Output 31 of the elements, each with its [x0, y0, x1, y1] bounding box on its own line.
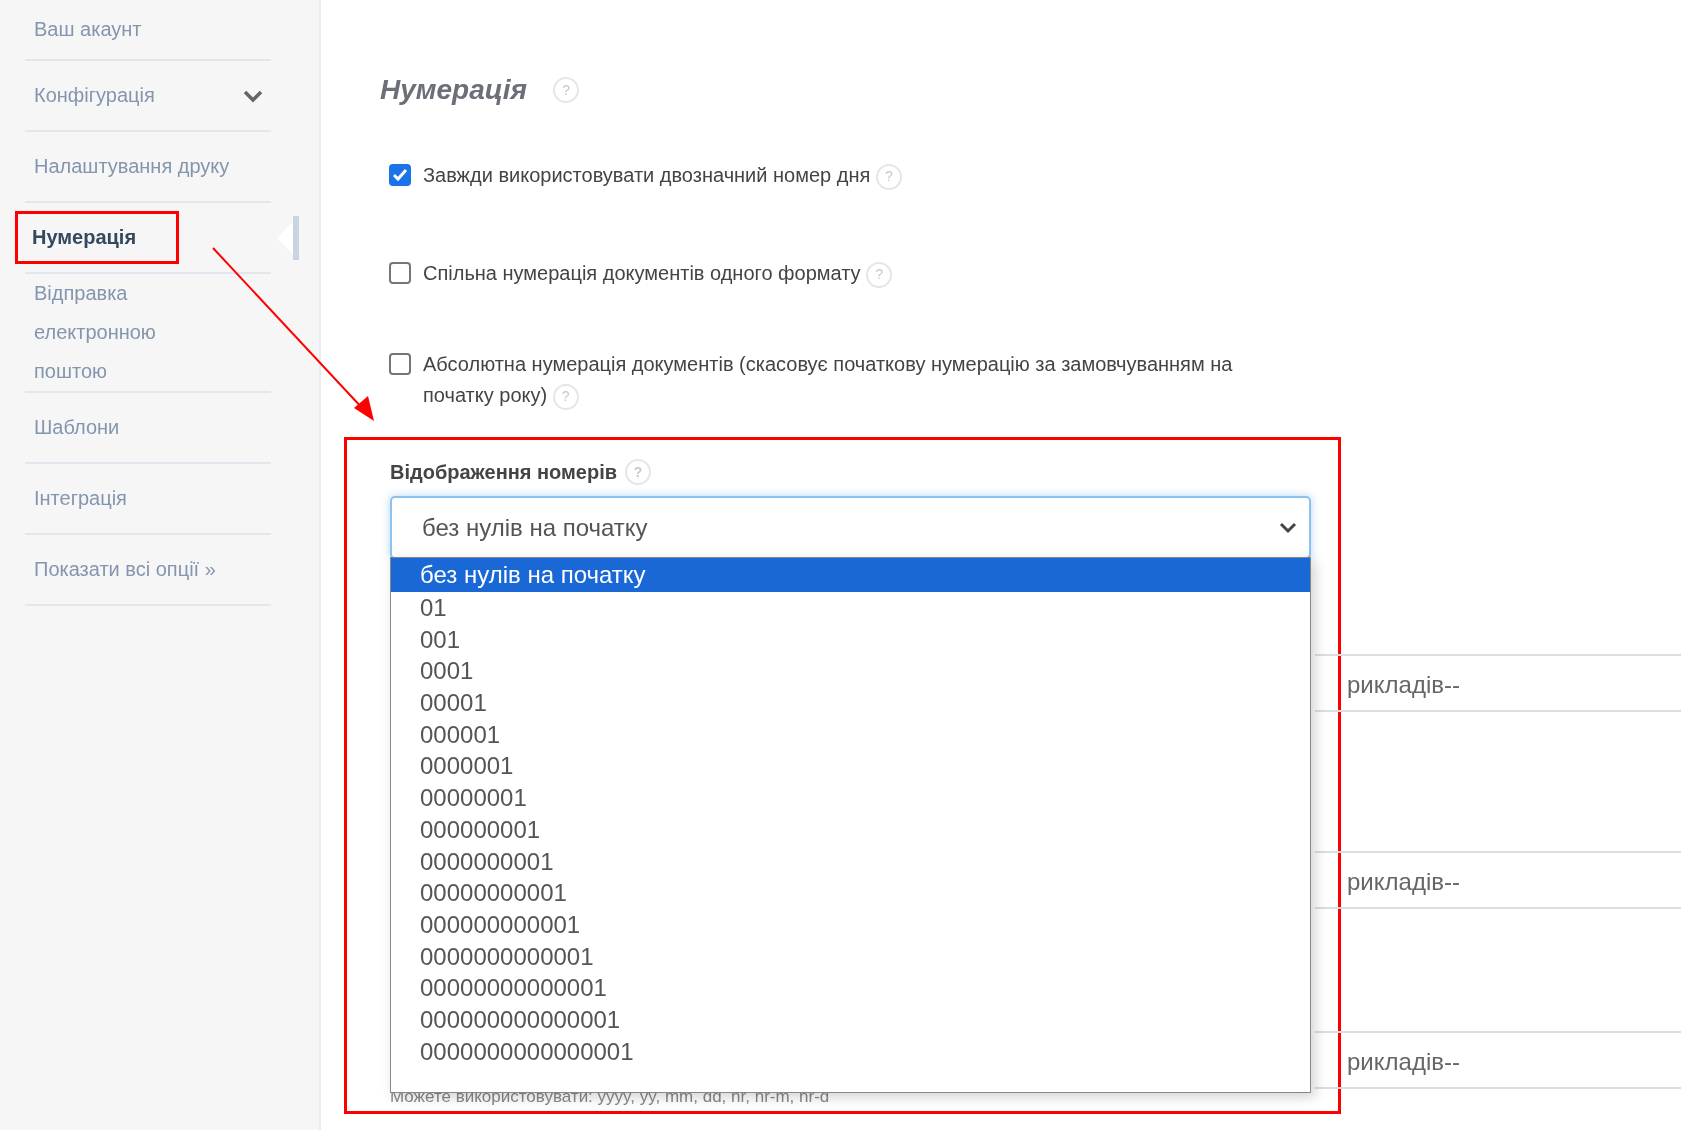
dropdown-option[interactable]: без нулів на початку	[391, 558, 1310, 592]
dropdown-option[interactable]: 00000001	[391, 782, 1310, 814]
number-format-select[interactable]: без нулів на початку	[390, 496, 1311, 559]
dropdown-option[interactable]: 000000001	[391, 813, 1310, 846]
checkbox-label: Завжди використовувати двозначний номер дня ?	[423, 160, 902, 191]
dropdown-option[interactable]: 0000000000000001	[391, 1035, 1310, 1068]
dropdown-option[interactable]: 000000000000001	[391, 1003, 1310, 1036]
select-field[interactable]: рикладів--	[1315, 1031, 1681, 1089]
dropdown-option[interactable]: 0000001	[391, 750, 1310, 783]
dropdown-option[interactable]: 00001	[391, 687, 1310, 719]
checkbox[interactable]	[389, 353, 411, 375]
dropdown-option[interactable]: 00000000000001	[391, 972, 1310, 1004]
dropdown-option[interactable]: 01	[391, 592, 1310, 624]
page-heading: Нумерація	[380, 74, 528, 106]
chevron-down-icon[interactable]	[243, 88, 263, 103]
checkbox-label: Абсолютна нумерація документів (скасовує початкову нумерацію за замовчуванням на початку року) ?	[423, 349, 1303, 411]
chevron-down-icon	[1279, 521, 1297, 534]
dropdown-option[interactable]: 00000000001	[391, 877, 1310, 909]
checkbox-label: Спільна нумерація документів одного формату ?	[423, 258, 893, 289]
dropdown-option[interactable]: 001	[391, 623, 1310, 656]
dropdown-option[interactable]: 0001	[391, 655, 1310, 688]
dropdown-option[interactable]: 0000000001	[391, 845, 1310, 878]
select-field[interactable]: рикладів--	[1315, 851, 1681, 909]
dropdown-option[interactable]: 0000000000001	[391, 940, 1310, 973]
dropdown-option[interactable]: 000000000001	[391, 908, 1310, 941]
dropdown-option[interactable]: 000001	[391, 718, 1310, 751]
checkbox[interactable]	[389, 262, 411, 284]
field-label: Відображення номерів	[390, 460, 618, 484]
sidebar-item[interactable]: Нумерація	[18, 214, 177, 261]
checkbox[interactable]	[389, 164, 411, 186]
select-field[interactable]: рикладів--	[1315, 654, 1681, 712]
